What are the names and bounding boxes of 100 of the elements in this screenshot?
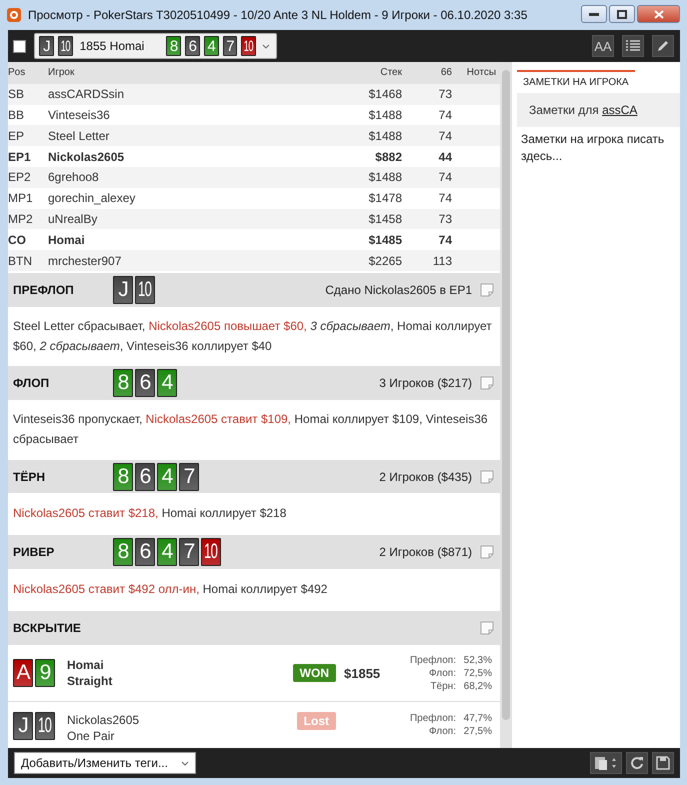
player-cell-text: 6grehoo8 (48, 170, 100, 184)
playing-card: J (13, 712, 33, 740)
edit-button[interactable] (652, 35, 674, 57)
street-name: РИВЕР (13, 545, 56, 560)
player-cell-text: assCARDSsin (48, 87, 126, 102)
position-cell-text: EP1 (8, 150, 32, 164)
playing-card: 6 (135, 462, 155, 491)
street-name: ФЛОП (13, 376, 50, 390)
equity-value: 27,5% (462, 725, 492, 738)
app-logo-icon (6, 7, 22, 23)
playing-card: 4 (157, 462, 177, 491)
hands-cell-text: 74 (438, 128, 452, 143)
stack-cell-text: $1485 (368, 232, 402, 247)
window-title: Просмотр - PokerStars T3020510499 - 10/20 Ante 3 NL Holdem - 9 Игроки - 06.10.2020 3:35 (28, 8, 528, 22)
refresh-button[interactable] (626, 752, 648, 774)
tags-select[interactable]: Добавить/Изменить теги... (14, 752, 196, 774)
equity-label: Префлоп: (408, 654, 456, 667)
scrollbar[interactable] (500, 62, 512, 748)
hands-cell-text: 73 (438, 212, 452, 226)
playing-card: 8 (113, 462, 133, 491)
column-header: 66 (440, 67, 452, 78)
stack-cell-text: $1488 (368, 170, 402, 184)
equity-value: 68,2% (462, 680, 492, 693)
list-button[interactable] (622, 35, 644, 57)
playing-card: 6 (135, 369, 155, 398)
hands-cell-text: 74 (438, 191, 452, 206)
stack-cell-text: $1478 (368, 191, 402, 206)
won-amount: $1855 (344, 666, 382, 681)
minimize-button[interactable] (581, 5, 607, 23)
pencil-icon (656, 39, 670, 53)
playing-card: J (39, 36, 54, 56)
playing-card: 4 (204, 36, 219, 56)
equity-value: 52,3% (462, 654, 492, 667)
result-badge: Lost (296, 712, 336, 730)
notes-header-label: Заметки для (529, 103, 600, 117)
column-header: Нотсы (466, 67, 497, 78)
equity-label: Флоп: (428, 725, 456, 738)
select-checkbox[interactable] (13, 40, 26, 52)
position-cell-text: EP2 (8, 170, 32, 184)
player-link[interactable]: assCA (602, 103, 638, 117)
playing-card: 10 (201, 538, 221, 566)
position-cell-text: EP (8, 128, 26, 143)
playing-card: 6 (135, 538, 155, 566)
playing-card: 7 (179, 538, 199, 566)
street-summary: 2 Игроков ($871) (379, 545, 472, 560)
playing-card: 6 (184, 36, 200, 56)
stack-cell-text: $2265 (368, 254, 402, 268)
player-name: Nickolas2605 (67, 712, 140, 728)
playing-card: 10 (35, 712, 55, 740)
playing-card: 9 (35, 659, 55, 688)
playing-card: A (13, 659, 33, 688)
player-cell-text: mrchester907 (48, 254, 122, 268)
playing-card: 10 (241, 36, 256, 56)
street-summary: Сдано Nickolas2605 в EP1 (325, 282, 472, 297)
playing-card: 7 (222, 36, 238, 56)
street-name: ВСКРЫТИЕ (13, 620, 82, 635)
stack-cell-text: $1468 (368, 87, 402, 102)
action-text: Nickolas2605 ставит $492 олл-ин, Homai коллирует $492 (12, 581, 328, 598)
playing-card: 4 (157, 369, 177, 398)
playing-card: 8 (113, 538, 133, 566)
copy-button[interactable] (590, 752, 622, 774)
hands-cell-text: 113 (432, 254, 452, 268)
hands-cell-text: 74 (438, 108, 452, 122)
playing-card: 10 (135, 276, 155, 304)
stack-cell-text: $882 (374, 150, 402, 164)
minimize-icon (589, 12, 599, 16)
action-text: Vinteseis36 пропускает, Nickolas2605 ставит $109, Homai коллирует $109, Vinteseis36 сбрасывает (12, 411, 489, 448)
caret-icon (181, 760, 189, 766)
hands-cell-text: 74 (438, 170, 452, 184)
player-name: Homai (67, 657, 105, 674)
player-cell-text: uNrealBy (48, 212, 98, 226)
list-icon (626, 40, 640, 52)
maximize-button[interactable] (609, 5, 635, 23)
position-cell-text: BB (8, 108, 26, 122)
hands-cell-text: 74 (438, 232, 452, 247)
equity-value: 72,5% (462, 666, 492, 680)
close-button[interactable] (637, 5, 680, 23)
playing-card: 10 (58, 36, 73, 56)
street-summary: 2 Игроков ($435) (379, 470, 472, 484)
player-cell-text: Homai (48, 232, 86, 247)
player-cell-text: Vinteseis36 (48, 108, 111, 122)
equity-value: 47,7% (462, 712, 492, 726)
position-cell-text: MP2 (8, 212, 34, 226)
stack-cell-text: $1458 (368, 212, 402, 226)
hand-select[interactable]: J 10 1855 Homai 8 6 4 7 10 (34, 33, 277, 59)
hand-rank: Straight (67, 673, 114, 690)
equity-label: Тёрн: (429, 680, 456, 693)
clipboard-icon (594, 756, 618, 770)
playing-card: 8 (113, 369, 133, 398)
playing-card: J (113, 276, 133, 304)
font-size-button[interactable]: AA (592, 35, 614, 57)
position-cell-text: SB (8, 87, 26, 102)
hands-cell-text: 73 (438, 87, 452, 102)
save-button[interactable] (652, 752, 674, 774)
hand-rank: One Pair (67, 728, 116, 744)
street-summary: 3 Игроков ($217) (379, 376, 472, 390)
player-cell-text: Nickolas2605 (48, 150, 126, 164)
equity-label: Префлоп: (408, 712, 456, 726)
action-text: Steel Letter сбрасывает, Nickolas2605 повышает $60, 3 сбрасывает, Homai коллирует $60, 2 сбрасывает, Vinteseis36 коллирует $40 (12, 318, 493, 355)
playing-card: 7 (179, 462, 199, 491)
